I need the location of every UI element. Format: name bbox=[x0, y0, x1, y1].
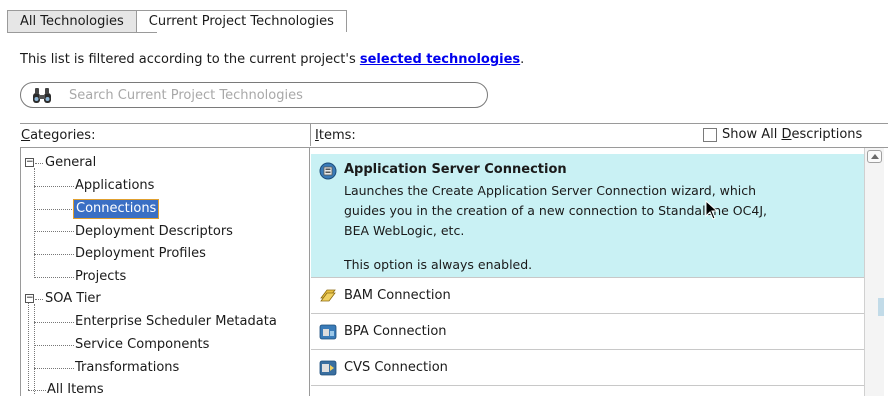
show-all-descriptions-label: Show All Descriptions bbox=[722, 127, 863, 142]
app-server-connection-icon bbox=[319, 162, 337, 180]
item-description-line: This option is always enabled. bbox=[344, 257, 533, 272]
list-item-cvs-connection[interactable]: CVS Connection bbox=[311, 350, 864, 386]
item-description-line: guides you in the creation of a new conn… bbox=[344, 203, 767, 218]
tree-node-service-components[interactable]: Service Components bbox=[75, 336, 209, 354]
item-name: BPA Connection bbox=[344, 324, 447, 339]
item-description-line: BEA WebLogic, etc. bbox=[344, 223, 465, 238]
list-item-bam-connection[interactable]: BAM Connection bbox=[311, 278, 864, 314]
item-name: BAM Connection bbox=[344, 288, 451, 303]
search-input[interactable] bbox=[69, 86, 469, 104]
list-item-application-server-connection[interactable]: Application Server Connection Launches t… bbox=[311, 154, 864, 278]
checkbox-box[interactable] bbox=[703, 127, 717, 142]
item-name: Application Server Connection bbox=[344, 162, 567, 177]
items-panel: Application Server Connection Launches t… bbox=[310, 147, 888, 396]
item-description-line: Launches the Create Application Server C… bbox=[344, 183, 757, 198]
technology-tabs: All Technologies Current Project Technol… bbox=[7, 10, 347, 33]
cvs-connection-icon bbox=[319, 360, 337, 376]
tab-all-technologies[interactable]: All Technologies bbox=[7, 10, 136, 33]
scroll-up-button[interactable] bbox=[867, 150, 882, 163]
categories-header: Categories: bbox=[21, 128, 96, 143]
bpa-connection-icon bbox=[319, 324, 337, 340]
item-name: CVS Connection bbox=[344, 360, 448, 375]
selected-technologies-link[interactable]: selected technologies bbox=[360, 52, 520, 67]
tree-node-enterprise-scheduler-metadata[interactable]: Enterprise Scheduler Metadata bbox=[75, 313, 277, 331]
collapse-soa-tier-icon[interactable]: − bbox=[25, 294, 34, 303]
show-all-descriptions-checkbox[interactable]: Show All Descriptions bbox=[703, 127, 862, 142]
categories-panel: − General Applications Connections Deplo… bbox=[20, 147, 310, 396]
tree-node-applications[interactable]: Applications bbox=[75, 177, 154, 195]
items-header: Items: bbox=[315, 128, 356, 143]
bam-connection-icon bbox=[320, 289, 336, 302]
tree-node-transformations[interactable]: Transformations bbox=[75, 359, 179, 377]
tab-current-project-technologies[interactable]: Current Project Technologies bbox=[135, 10, 347, 33]
tree-node-connections[interactable]: Connections bbox=[72, 199, 160, 219]
collapse-general-icon[interactable]: − bbox=[25, 158, 34, 167]
tree-node-deployment-profiles[interactable]: Deployment Profiles bbox=[75, 245, 206, 263]
tree-node-all-items[interactable]: All Items bbox=[47, 381, 104, 396]
categories-tree: − General Applications Connections Deplo… bbox=[21, 148, 309, 396]
list-item-bpa-connection[interactable]: BPA Connection bbox=[311, 314, 864, 350]
tree-node-deployment-descriptors[interactable]: Deployment Descriptors bbox=[75, 223, 233, 241]
items-scrollbar[interactable] bbox=[864, 148, 884, 396]
search-box[interactable] bbox=[20, 82, 488, 108]
mouse-pointer-icon bbox=[705, 200, 719, 220]
tree-node-projects[interactable]: Projects bbox=[75, 268, 126, 286]
binoculars-icon bbox=[33, 88, 51, 103]
tree-node-general[interactable]: General bbox=[45, 154, 96, 172]
tree-node-soa-tier[interactable]: SOA Tier bbox=[45, 290, 101, 308]
filter-notice: This list is filtered according to the c… bbox=[20, 52, 525, 67]
scroll-thumb[interactable] bbox=[878, 298, 884, 316]
